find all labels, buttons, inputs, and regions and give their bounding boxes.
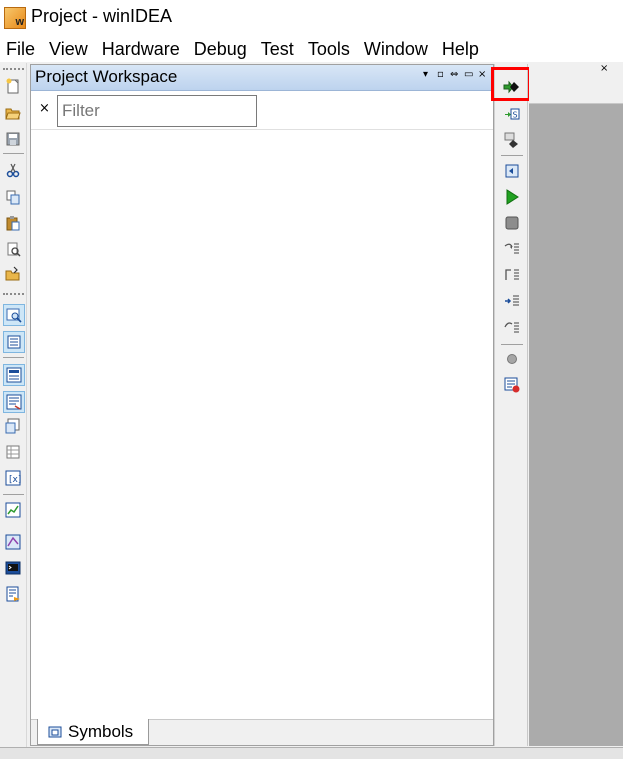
registers-icon[interactable]	[3, 442, 23, 462]
step-over-icon[interactable]	[502, 265, 522, 285]
menu-help[interactable]: Help	[435, 36, 486, 62]
menu-hardware[interactable]: Hardware	[95, 36, 187, 62]
menu-tools[interactable]: Tools	[301, 36, 357, 62]
toolbar-grip[interactable]	[3, 68, 24, 70]
step-out-icon[interactable]	[502, 317, 522, 337]
paste-icon[interactable]	[3, 213, 23, 233]
find-icon[interactable]	[3, 304, 25, 326]
copy-icon[interactable]	[3, 187, 23, 207]
stop-icon[interactable]	[502, 213, 522, 233]
svg-text:S: S	[513, 111, 518, 120]
reset-icon[interactable]	[502, 130, 522, 150]
menu-bar: File View Hardware Debug Test Tools Wind…	[0, 35, 623, 62]
panel-float-icon[interactable]: ▫	[437, 69, 444, 81]
run-to-cursor-icon[interactable]	[502, 291, 522, 311]
toolbar-separator	[3, 153, 24, 154]
profiler-icon[interactable]	[3, 532, 23, 552]
panel-maximize-icon[interactable]: ▭	[464, 69, 473, 81]
breakpoint-icon[interactable]	[502, 349, 522, 369]
tab-symbols[interactable]: Symbols	[37, 719, 149, 745]
svg-text:[x]: [x]	[9, 475, 21, 485]
document-tab-strip	[529, 64, 623, 104]
status-bar	[0, 747, 623, 759]
title-bar: w Project - winIDEA	[0, 0, 623, 35]
toolbar-separator	[501, 344, 523, 345]
document-icon[interactable]	[3, 331, 25, 353]
save-icon[interactable]	[3, 129, 23, 149]
new-file-icon[interactable]	[3, 76, 23, 96]
highlight-box	[491, 67, 531, 101]
toolbar-grip[interactable]	[3, 293, 24, 295]
run-icon[interactable]	[502, 187, 522, 207]
toolbar-separator	[3, 494, 24, 495]
clear-filter-icon[interactable]: ×	[39, 101, 50, 116]
breakpoints-window-icon[interactable]	[502, 375, 522, 395]
tab-symbols-label: Symbols	[68, 721, 134, 741]
panel-close-icon[interactable]: ×	[478, 69, 486, 81]
script-icon[interactable]	[3, 584, 23, 604]
disassembly-icon[interactable]	[3, 416, 23, 436]
filter-row: ×	[31, 92, 493, 130]
run-until-icon[interactable]	[502, 161, 522, 181]
menu-window[interactable]: Window	[357, 36, 435, 62]
menu-file[interactable]: File	[0, 36, 42, 62]
menu-view[interactable]: View	[42, 36, 95, 62]
panel-title: Project Workspace	[35, 67, 178, 86]
panel-dock-icon[interactable]: ⇔	[450, 69, 458, 81]
toolbar-separator	[501, 155, 523, 156]
panel-menu-icon[interactable]: ▾	[423, 69, 428, 81]
project-workspace-panel: Project Workspace ▾ ▫ ⇔ ▭ × × Symbols	[30, 64, 494, 746]
panel-header[interactable]: Project Workspace ▾ ▫ ⇔ ▭ ×	[31, 65, 493, 91]
download-symbols-icon[interactable]: S	[502, 104, 522, 124]
debug-toolbar: S	[494, 64, 528, 746]
panel-tab-strip: Symbols	[31, 719, 493, 745]
open-folder-icon[interactable]	[3, 103, 23, 123]
app-logo-icon[interactable]: w	[4, 7, 26, 29]
terminal-icon[interactable]	[3, 558, 23, 578]
menu-test[interactable]: Test	[254, 36, 301, 62]
menu-debug[interactable]: Debug	[187, 36, 254, 62]
toolbar-separator	[3, 357, 24, 358]
print-preview-icon[interactable]	[3, 239, 23, 259]
memory-window-icon[interactable]	[3, 364, 25, 386]
filter-input[interactable]	[57, 95, 257, 127]
open-project-icon[interactable]	[3, 264, 23, 284]
window-title: Project - winIDEA	[31, 6, 173, 26]
left-toolbar: [x]	[0, 63, 27, 747]
watch-window-icon[interactable]	[3, 391, 25, 413]
symbols-icon	[48, 726, 62, 737]
document-close-icon[interactable]: ×	[600, 63, 608, 74]
variables-icon[interactable]: [x]	[3, 468, 23, 488]
cut-icon[interactable]	[3, 160, 23, 180]
trace-icon[interactable]	[3, 500, 23, 520]
document-area	[529, 64, 623, 746]
step-into-icon[interactable]	[502, 239, 522, 259]
